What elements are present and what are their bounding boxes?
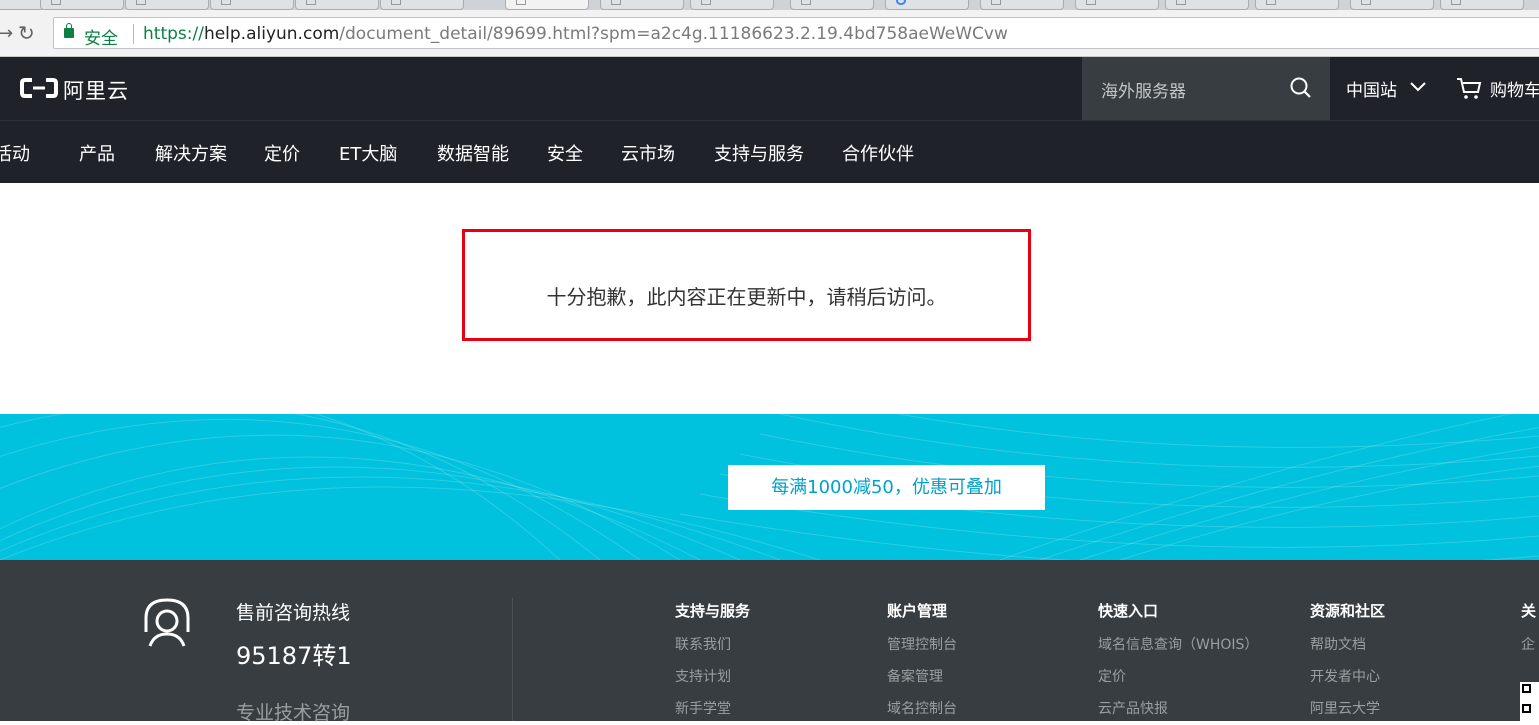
divider xyxy=(133,24,134,44)
google-icon xyxy=(896,0,906,5)
footer-column-support: 支持与服务 联系我们 支持计划 新手学堂 xyxy=(675,600,750,718)
nav-item-security[interactable]: 安全 xyxy=(547,140,583,166)
search-placeholder: 海外服务器 xyxy=(1101,82,1186,102)
browser-tab[interactable] xyxy=(1165,0,1249,10)
nav-item-solutions[interactable]: 解决方案 xyxy=(155,140,227,166)
back-arrow-icon[interactable]: → xyxy=(0,23,13,44)
footer-column-resources: 资源和社区 帮助文档 开发者中心 阿里云大学 xyxy=(1310,600,1385,718)
search-icon[interactable] xyxy=(1289,76,1313,100)
footer-column-title: 关 xyxy=(1521,602,1537,620)
url-scheme: https:// xyxy=(143,24,204,44)
page-icon xyxy=(611,0,621,5)
nav-item-et-brain[interactable]: ET大脑 xyxy=(339,140,397,166)
page-icon xyxy=(1451,0,1461,5)
browser-tab[interactable] xyxy=(40,0,124,10)
browser-tab[interactable] xyxy=(980,0,1064,10)
page-icon xyxy=(1361,0,1371,5)
nav-item-pricing[interactable]: 定价 xyxy=(264,140,300,166)
hotline-title: 售前咨询热线 xyxy=(236,602,351,624)
aliyun-logo-icon[interactable] xyxy=(20,78,58,98)
browser-tab[interactable] xyxy=(600,0,684,10)
browser-tab[interactable] xyxy=(1255,0,1339,10)
page-icon xyxy=(1176,0,1186,5)
browser-tab[interactable] xyxy=(790,0,874,10)
reload-icon[interactable]: ↻ xyxy=(18,21,35,45)
notice-message: 十分抱歉，此内容正在更新中，请稍后访问。 xyxy=(546,285,947,309)
browser-toolbar: → ↻ 安全 https://help.aliyun.com/document_… xyxy=(0,10,1539,57)
footer-link[interactable]: 联系我们 xyxy=(675,634,750,654)
footer-link[interactable]: 企 xyxy=(1521,634,1539,654)
site-selector[interactable]: 中国站 xyxy=(1346,76,1397,101)
site-header: 阿里云 海外服务器 中国站 购物车 xyxy=(0,57,1539,120)
browser-tab[interactable] xyxy=(380,0,464,10)
browser-tab[interactable] xyxy=(125,0,209,10)
url-text[interactable]: https://help.aliyun.com/document_detail/… xyxy=(143,24,1008,44)
chevron-down-icon[interactable] xyxy=(1408,79,1428,95)
footer-column-account: 账户管理 管理控制台 备案管理 域名控制台 xyxy=(887,600,957,718)
page-icon xyxy=(701,0,711,5)
headset-icon xyxy=(144,598,190,647)
footer-link[interactable]: 云产品快报 xyxy=(1098,698,1258,718)
page-icon xyxy=(51,0,61,5)
cart-link[interactable]: 购物车 xyxy=(1490,76,1539,101)
page-icon xyxy=(1086,0,1096,5)
logo-text[interactable]: 阿里云 xyxy=(63,75,129,105)
footer-column-title: 支持与服务 xyxy=(675,602,751,620)
footer-link[interactable]: 域名控制台 xyxy=(887,698,957,718)
secure-label: 安全 xyxy=(84,29,118,49)
lock-icon xyxy=(64,23,74,38)
page-icon xyxy=(221,0,231,5)
url-path: /document_detail/89699.html?spm=a2c4g.11… xyxy=(339,24,1008,44)
footer-link[interactable]: 新手学堂 xyxy=(675,698,750,718)
search-input[interactable]: 海外服务器 xyxy=(1082,57,1330,120)
page-icon xyxy=(391,0,401,5)
browser-tab[interactable] xyxy=(1350,0,1434,10)
browser-tab-active[interactable] xyxy=(505,0,589,10)
browser-tab[interactable] xyxy=(210,0,294,10)
site-footer: 售前咨询热线 95187转1 专业技术咨询 支持与服务 联系我们 支持计划 新手… xyxy=(0,560,1539,724)
divider xyxy=(512,598,513,721)
page-icon xyxy=(1266,0,1276,5)
footer-link[interactable]: 开发者中心 xyxy=(1310,666,1385,686)
browser-tab[interactable] xyxy=(1440,0,1524,10)
hotline-number: 95187转1 xyxy=(236,642,352,670)
nav-item-support[interactable]: 支持与服务 xyxy=(714,140,804,166)
nav-item-marketplace[interactable]: 云市场 xyxy=(621,140,675,166)
nav-item-partners[interactable]: 合作伙伴 xyxy=(842,140,914,166)
page-icon xyxy=(991,0,1001,5)
promo-button[interactable]: 每满1000减50，优惠可叠加 xyxy=(728,465,1045,510)
cart-icon[interactable] xyxy=(1456,76,1482,100)
nav-item-products[interactable]: 产品 xyxy=(79,140,115,166)
footer-link[interactable]: 阿里云大学 xyxy=(1310,698,1385,718)
address-bar[interactable]: 安全 https://help.aliyun.com/document_deta… xyxy=(53,17,1539,49)
notice-box: 十分抱歉，此内容正在更新中，请稍后访问。 xyxy=(462,229,1031,341)
footer-link[interactable]: 支持计划 xyxy=(675,666,750,686)
footer-column-title: 账户管理 xyxy=(887,602,948,620)
main-nav: 活动 产品 解决方案 定价 ET大脑 数据智能 安全 云市场 支持与服务 合作伙… xyxy=(0,120,1539,183)
page-icon xyxy=(801,0,811,5)
url-host: help.aliyun.com xyxy=(203,24,340,44)
page-icon xyxy=(136,0,146,5)
nav-item-activities[interactable]: 活动 xyxy=(0,140,30,166)
footer-link[interactable]: 帮助文档 xyxy=(1310,634,1385,654)
promo-banner: 每满1000减50，优惠可叠加 xyxy=(0,414,1539,560)
qr-code-icon xyxy=(1520,682,1539,722)
browser-tab[interactable] xyxy=(0,0,44,10)
footer-link[interactable]: 管理控制台 xyxy=(887,634,957,654)
footer-link[interactable]: 定价 xyxy=(1098,666,1258,686)
nav-item-data-intelligence[interactable]: 数据智能 xyxy=(437,140,509,166)
browser-tab[interactable] xyxy=(1075,0,1159,10)
page-icon xyxy=(306,0,316,5)
footer-column-quick-links: 快速入口 域名信息查询（WHOIS） 定价 云产品快报 xyxy=(1098,600,1258,718)
footer-column-title: 资源和社区 xyxy=(1310,602,1386,620)
browser-tab[interactable] xyxy=(885,0,969,10)
footer-column-title: 快速入口 xyxy=(1098,602,1159,620)
footer-column-follow: 关 企 xyxy=(1521,600,1539,654)
footer-link[interactable]: 域名信息查询（WHOIS） xyxy=(1098,634,1258,654)
browser-tab-strip xyxy=(0,0,1539,10)
page-icon xyxy=(516,0,526,5)
browser-tab[interactable] xyxy=(690,0,774,10)
browser-tab[interactable] xyxy=(295,0,379,10)
footer-link[interactable]: 备案管理 xyxy=(887,666,957,686)
